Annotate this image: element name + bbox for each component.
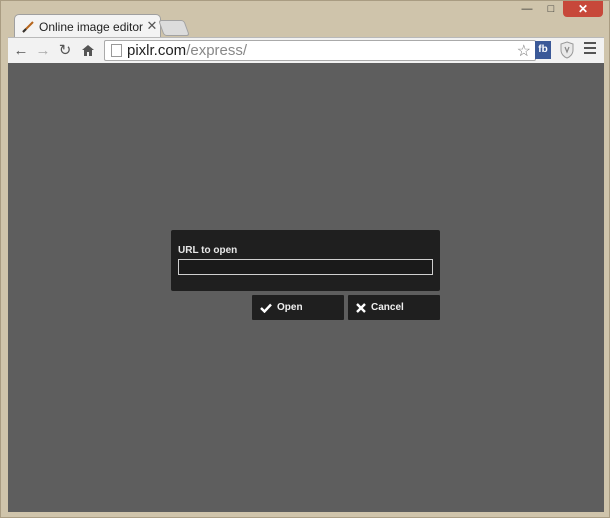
close-window-button[interactable]: ✕ [563,1,603,17]
browser-toolbar: ← → ↻ pixlr.com/express/ ☆ fb [8,37,604,63]
back-arrow-icon[interactable]: ← [12,41,30,59]
dialog-label: URL to open [178,245,238,256]
open-button-label: Open [277,302,303,313]
bookmark-star-icon[interactable]: ☆ [517,41,531,61]
cancel-button[interactable]: Cancel [348,295,440,320]
tab-close-icon[interactable]: ✕ [145,18,159,34]
facebook-extension-icon[interactable]: fb [535,41,551,59]
open-button[interactable]: Open [252,295,344,320]
reload-icon[interactable]: ↻ [56,41,74,59]
window-controls: — □ ✕ [515,1,603,19]
shield-icon[interactable] [559,41,575,59]
home-icon[interactable] [79,41,97,59]
url-text: pixlr.com/express/ [127,42,247,59]
pixlr-workspace: URL to open Open Cancel [8,63,604,512]
new-tab-button[interactable] [158,20,190,36]
page-icon [111,44,122,57]
tab-active[interactable]: Online image editor pixlr ✕ [14,14,161,38]
open-url-dialog: URL to open [171,230,440,291]
forward-arrow-icon[interactable]: → [34,41,52,59]
maximize-button[interactable]: □ [539,1,563,17]
url-path: /express/ [186,42,248,59]
url-host: pixlr.com [127,42,187,59]
address-bar[interactable]: pixlr.com/express/ ☆ [104,40,536,61]
pencil-brush-icon [22,21,34,33]
cancel-button-label: Cancel [371,302,404,313]
url-input[interactable] [178,259,433,275]
close-x-icon [356,302,366,313]
tab-title: Online image editor pixlr [39,20,143,34]
minimize-button[interactable]: — [515,1,539,17]
checkmark-icon [260,303,272,313]
menu-icon[interactable] [584,42,596,56]
browser-window: — □ ✕ Online image editor pixlr ✕ ← → ↻ … [0,0,610,518]
